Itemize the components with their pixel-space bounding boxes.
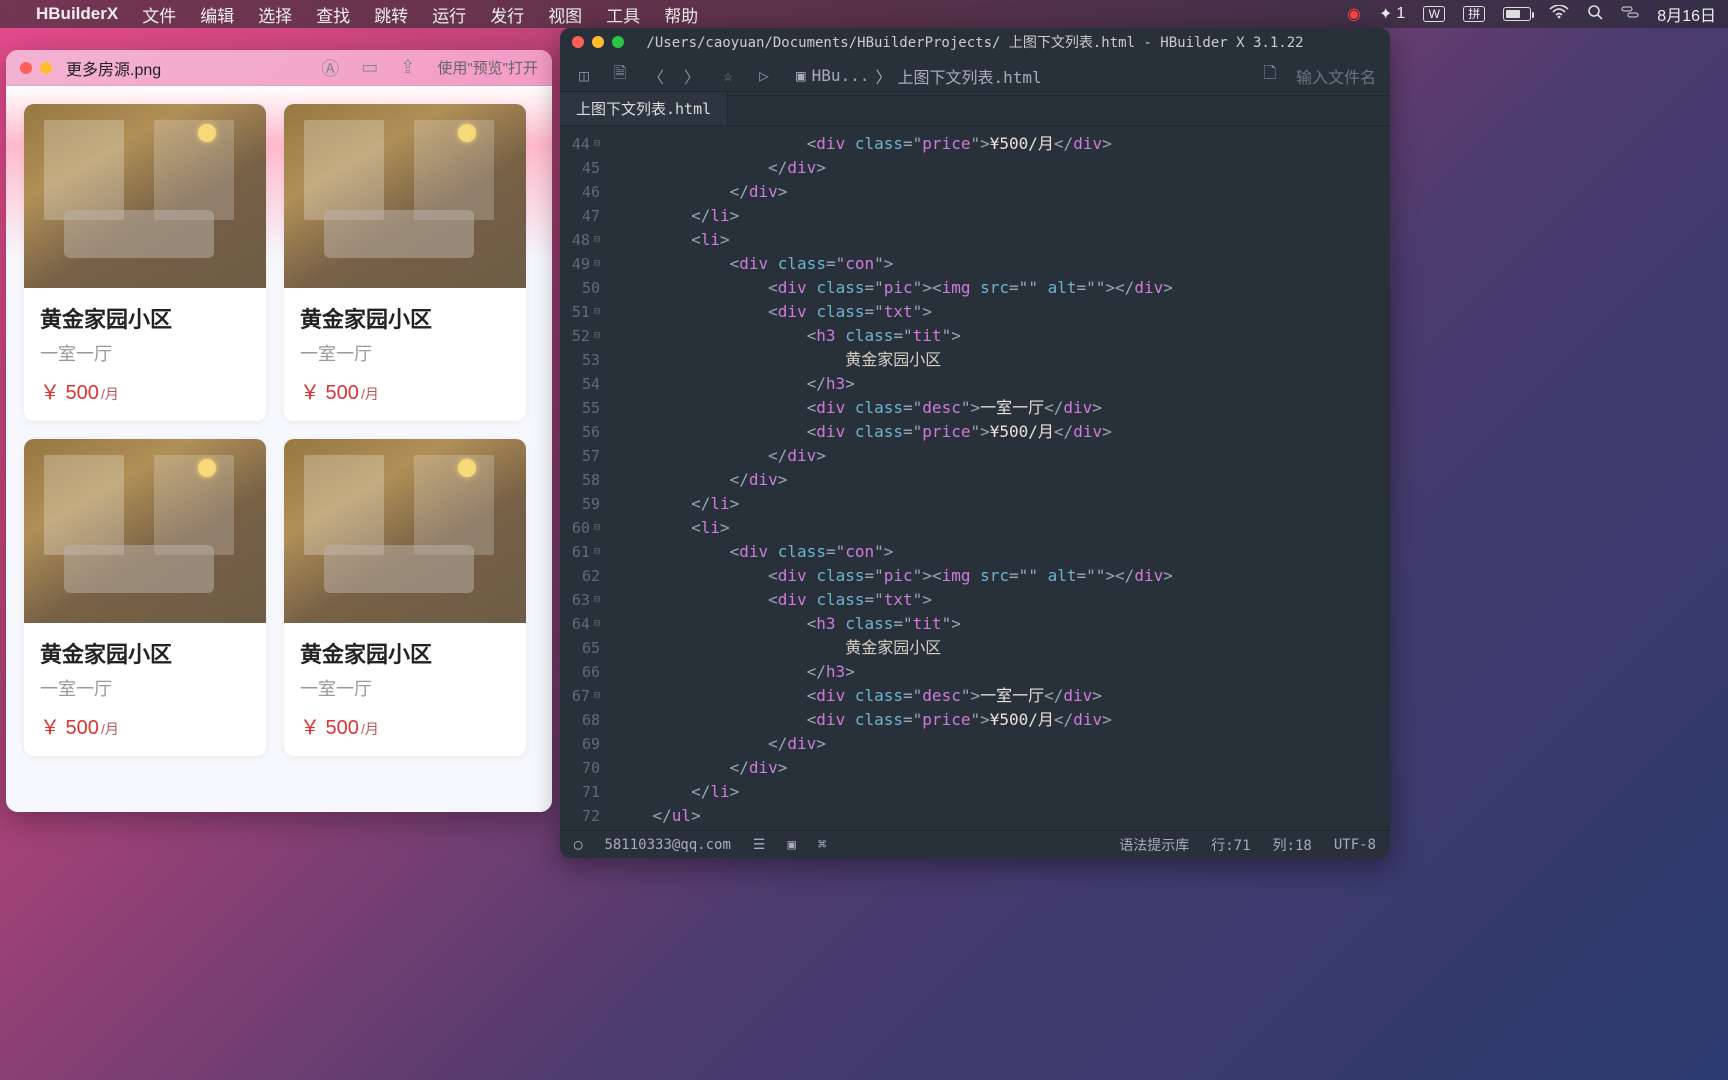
menu-tools[interactable]: 工具 [606, 2, 640, 27]
user-icon[interactable]: ◯ [574, 837, 582, 853]
minimize-icon[interactable] [40, 62, 52, 74]
card-image [284, 104, 526, 288]
editor-tabs: 上图下文列表.html [560, 96, 1390, 126]
new-file-icon[interactable]: 🗋 [1260, 62, 1280, 89]
card-desc: 一室一厅 [300, 675, 510, 701]
maximize-icon[interactable] [612, 36, 624, 48]
file-search-input[interactable]: 输入文件名 [1296, 64, 1376, 88]
card-image [24, 439, 266, 623]
battery-icon[interactable] [1503, 7, 1531, 21]
editor-tab[interactable]: 上图下文列表.html [560, 91, 728, 125]
code-area[interactable]: <div class="price">¥500/月</div> </div> <… [608, 126, 1390, 830]
card-price: ￥ 500/月 [300, 711, 510, 740]
menu-goto[interactable]: 跳转 [374, 2, 408, 27]
editor-statusbar: ◯ 58110333@qq.com ☰ ▣ ⌘ 语法提示库 行:71 列:18 … [560, 830, 1390, 858]
terminal-icon[interactable]: ▣ [787, 837, 795, 853]
menubar-date[interactable]: 8月16日 [1657, 2, 1716, 26]
record-icon[interactable]: ◉ [1347, 4, 1361, 24]
preview-window: 更多房源.png Ⓐ ▭ ⇪ 使用"预览"打开 黄金家园小区 一室一厅 ￥ 50… [6, 50, 552, 812]
menu-run[interactable]: 运行 [432, 2, 466, 27]
chevron-right-icon: 〉 [875, 64, 891, 88]
menu-publish[interactable]: 发行 [490, 2, 524, 27]
listing-card[interactable]: 黄金家园小区 一室一厅 ￥ 500/月 [284, 439, 526, 756]
card-title: 黄金家园小区 [300, 302, 510, 334]
minimize-icon[interactable] [592, 36, 604, 48]
menubar-left: HBuilderX 文件 编辑 选择 查找 跳转 运行 发行 视图 工具 帮助 [12, 2, 698, 27]
open-with-preview-button[interactable]: 使用"预览"打开 [437, 57, 538, 78]
share-icon[interactable]: ⇪ [400, 57, 415, 78]
card-desc: 一室一厅 [40, 675, 250, 701]
editor-body[interactable]: 44 ⊟45464748 ⊟49 ⊟5051 ⊟52 ⊟535455565758… [560, 126, 1390, 830]
nav-back-icon[interactable]: 〈 [646, 64, 666, 88]
menubar-app-name[interactable]: HBuilderX [36, 4, 118, 24]
nav-forward-icon[interactable]: 〉 [682, 64, 702, 88]
run-icon[interactable]: ▷ [754, 66, 774, 85]
status-line[interactable]: 行:71 [1211, 835, 1250, 855]
status-email[interactable]: 58110333@qq.com [604, 837, 730, 853]
editor-titlebar: /Users/caoyuan/Documents/HBuilderProject… [560, 28, 1390, 56]
menu-edit[interactable]: 编辑 [200, 2, 234, 27]
listing-card[interactable]: 黄金家园小区 一室一厅 ￥ 500/月 [24, 439, 266, 756]
menu-select[interactable]: 选择 [258, 2, 292, 27]
listing-card[interactable]: 黄金家园小区 一室一厅 ￥ 500/月 [24, 104, 266, 421]
save-icon[interactable]: 🗎 [610, 62, 630, 89]
card-title: 黄金家园小区 [300, 637, 510, 669]
listing-card[interactable]: 黄金家园小区 一室一厅 ￥ 500/月 [284, 104, 526, 421]
menu-help[interactable]: 帮助 [664, 2, 698, 27]
breadcrumb[interactable]: ▣ HBu... 〉 上图下文列表.html [796, 64, 1042, 88]
card-image [24, 104, 266, 288]
menu-file[interactable]: 文件 [142, 2, 176, 27]
preview-content: 黄金家园小区 一室一厅 ￥ 500/月 黄金家园小区 一室一厅 ￥ 500/月 … [6, 86, 552, 812]
editor-window: /Users/caoyuan/Documents/HBuilderProject… [560, 28, 1390, 858]
macos-menubar: HBuilderX 文件 编辑 选择 查找 跳转 运行 发行 视图 工具 帮助 … [0, 0, 1728, 28]
wechat-icon[interactable]: ✦ 1 [1379, 4, 1405, 24]
preview-icon[interactable]: ⌘ [818, 837, 826, 853]
card-title: 黄金家园小区 [40, 302, 250, 334]
crumb-file[interactable]: 上图下文列表.html [897, 64, 1041, 88]
menu-view[interactable]: 视图 [548, 2, 582, 27]
card-price: ￥ 500/月 [40, 711, 250, 740]
card-image [284, 439, 526, 623]
input-method-icon[interactable]: 拼 [1463, 6, 1485, 22]
star-icon[interactable]: ☆ [718, 66, 738, 85]
menubar-right: ◉ ✦ 1 W 拼 8月16日 [1347, 2, 1716, 26]
list-icon[interactable]: ☰ [753, 837, 766, 853]
editor-window-title: /Users/caoyuan/Documents/HBuilderProject… [646, 32, 1303, 52]
close-icon[interactable] [20, 62, 32, 74]
line-gutter: 44 ⊟45464748 ⊟49 ⊟5051 ⊟52 ⊟535455565758… [560, 126, 608, 830]
status-encoding[interactable]: UTF-8 [1334, 837, 1376, 853]
card-price: ￥ 500/月 [40, 376, 250, 405]
preview-titlebar: 更多房源.png Ⓐ ▭ ⇪ 使用"预览"打开 [6, 50, 552, 86]
editor-toolbar: ◫ 🗎 〈 〉 ☆ ▷ ▣ HBu... 〉 上图下文列表.html 🗋 输入文… [560, 56, 1390, 96]
panel-left-icon[interactable]: ◫ [574, 66, 594, 85]
close-icon[interactable] [572, 36, 584, 48]
card-title: 黄金家园小区 [40, 637, 250, 669]
rotate-icon[interactable]: ▭ [361, 57, 378, 78]
folder-icon: ▣ [796, 66, 806, 85]
card-price: ￥ 500/月 [300, 376, 510, 405]
w-badge-icon[interactable]: W [1423, 6, 1445, 22]
control-center-icon[interactable] [1621, 5, 1639, 24]
cards-grid: 黄金家园小区 一室一厅 ￥ 500/月 黄金家园小区 一室一厅 ￥ 500/月 … [24, 104, 534, 756]
syntax-hint-button[interactable]: 语法提示库 [1119, 835, 1189, 855]
preview-title: 更多房源.png [66, 56, 161, 80]
markup-icon[interactable]: Ⓐ [321, 55, 339, 81]
wifi-icon[interactable] [1549, 5, 1569, 24]
search-icon[interactable] [1587, 4, 1603, 25]
menu-find[interactable]: 查找 [316, 2, 350, 27]
card-desc: 一室一厅 [40, 340, 250, 366]
status-col[interactable]: 列:18 [1273, 835, 1312, 855]
crumb-folder[interactable]: HBu... [812, 66, 870, 85]
card-desc: 一室一厅 [300, 340, 510, 366]
